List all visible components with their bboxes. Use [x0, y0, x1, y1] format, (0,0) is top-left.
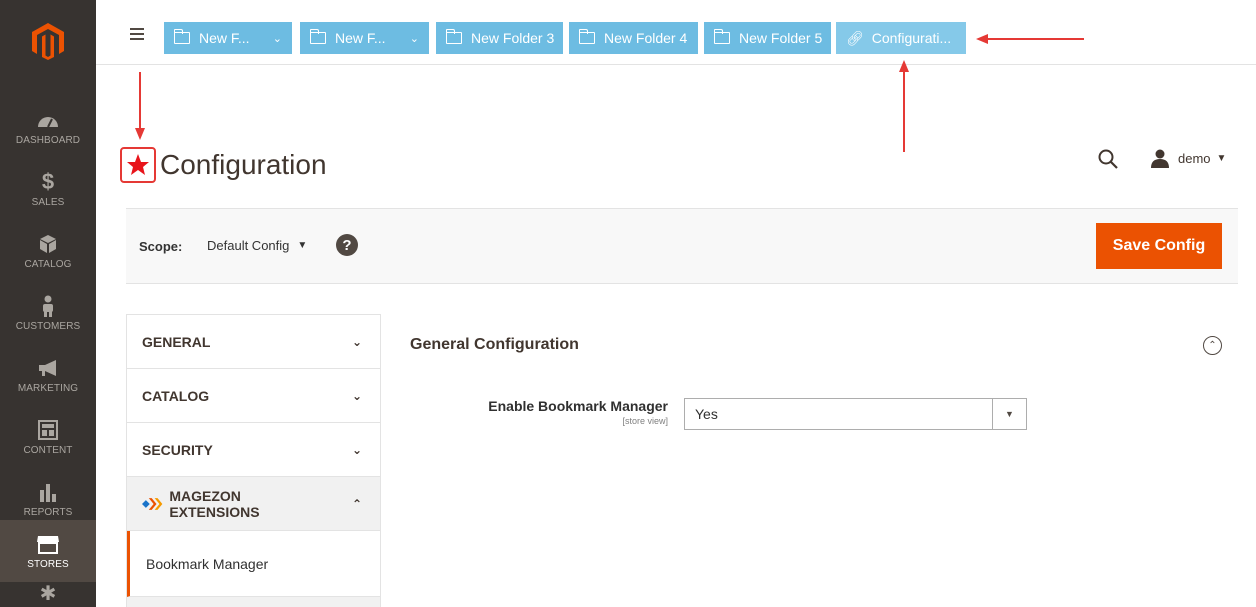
chevron-down-icon: ⌄ — [351, 388, 362, 403]
config-tab-next[interactable] — [127, 597, 380, 607]
scope-value: Default Config — [207, 238, 290, 253]
config-tabs: GENERAL ⌄ CATALOG ⌄ SECURITY ⌄ MAGEZON E… — [126, 314, 381, 607]
scope-switcher[interactable]: Default Config ▼ — [207, 238, 307, 253]
scope-label: Scope: — [139, 239, 183, 254]
section-title[interactable]: General Configuration — [410, 336, 579, 354]
folder-icon — [310, 29, 326, 44]
sidebar-item-marketing[interactable]: MARKETING — [0, 344, 96, 406]
sidebar-item-label: STORES — [27, 559, 69, 570]
chevron-down-icon: ⌄ — [351, 334, 362, 349]
sidebar-item-stores[interactable]: STORES — [0, 520, 96, 582]
tab-label: New Folder 4 — [604, 30, 688, 46]
config-tab-magezon-extensions[interactable]: MAGEZON EXTENSIONS ⌃ — [127, 477, 380, 531]
user-icon — [1151, 149, 1169, 168]
tab-label: New F... — [199, 30, 250, 46]
folder-icon — [579, 29, 595, 44]
sidebar-item-system[interactable]: ✱ — [0, 584, 96, 607]
folder-icon — [174, 29, 190, 44]
sidebar-item-label: CATALOG — [24, 259, 72, 270]
field-scope: [store view] — [622, 416, 668, 426]
field-label: Enable Bookmark Manager — [488, 398, 668, 414]
menu-icon[interactable] — [130, 28, 144, 40]
user-menu[interactable]: demo ▼ — [1150, 148, 1226, 168]
config-tab-label: SECURITY — [142, 441, 213, 458]
config-tab-general[interactable]: GENERAL ⌄ — [127, 315, 380, 369]
gear-icon: ✱ — [39, 583, 57, 605]
tab-label: New Folder 5 — [739, 30, 823, 46]
sidebar-item-catalog[interactable]: CATALOG — [0, 220, 96, 282]
chevron-up-icon: ⌃ — [351, 496, 362, 511]
sidebar-item-label: REPORTS — [23, 507, 73, 518]
select-value: Yes — [695, 406, 718, 422]
config-tab-label: GENERAL — [142, 333, 211, 350]
person-icon — [41, 294, 55, 318]
search-icon[interactable] — [1097, 148, 1119, 175]
chevron-down-icon: ⌄ — [351, 442, 362, 457]
page-header: Configuration — [120, 144, 327, 186]
save-config-button[interactable]: Save Config — [1096, 223, 1222, 269]
user-name: demo — [1178, 150, 1211, 166]
magezon-logo-icon — [142, 497, 163, 510]
tab-label: Configurati... — [871, 30, 952, 46]
sidebar-item-sales[interactable]: $ SALES — [0, 158, 96, 220]
star-icon — [127, 154, 149, 175]
caret-down-icon: ▼ — [297, 240, 308, 251]
sidebar-item-customers[interactable]: CUSTOMERS — [0, 282, 96, 344]
sidebar-item-label: CONTENT — [23, 445, 73, 456]
sidebar-item-dashboard[interactable]: DASHBOARD — [0, 96, 96, 158]
sidebar-item-label: SALES — [31, 197, 65, 208]
magento-logo-icon[interactable] — [0, 0, 96, 82]
config-subtab-bookmark-manager[interactable]: Bookmark Manager — [127, 531, 380, 597]
dollar-icon: $ — [41, 169, 55, 194]
sidebar-item-label: DASHBOARD — [15, 135, 81, 146]
chevron-down-icon[interactable]: ⌄ — [273, 32, 282, 45]
bookmark-folder-tab[interactable]: New Folder 5 — [704, 22, 831, 54]
sidebar-item-label: MARKETING — [17, 383, 79, 394]
sidebar-item-label: CUSTOMERS — [15, 321, 81, 332]
help-icon[interactable]: ? — [336, 234, 358, 256]
layout-icon — [38, 418, 58, 442]
folder-icon — [714, 29, 730, 44]
bar-chart-icon — [38, 480, 58, 504]
tab-label: New F... — [335, 30, 386, 46]
bookmark-folder-tab[interactable]: New Folder 4 — [569, 22, 698, 54]
chevron-down-icon[interactable]: ⌄ — [410, 32, 419, 45]
caret-down-icon: ▼ — [992, 399, 1026, 429]
bookmark-folder-tab[interactable]: New F... ⌄ — [300, 22, 429, 54]
bookmark-star-button[interactable] — [120, 147, 156, 183]
bookmark-link-tab[interactable]: 🔗︎ Configurati... — [836, 22, 966, 54]
page-title: Configuration — [160, 149, 327, 180]
bookmark-folder-tab[interactable]: New F... ⌄ — [164, 22, 292, 54]
enable-bookmark-manager-select[interactable]: Yes ▼ — [684, 398, 1027, 430]
config-tab-label: MAGEZON EXTENSIONS — [169, 487, 260, 520]
config-tab-label: CATALOG — [142, 387, 210, 404]
admin-sidebar: DASHBOARD $ SALES CATALOG CUSTOMERS MARK… — [0, 0, 96, 607]
bookmark-folder-tab[interactable]: New Folder 3 — [436, 22, 563, 54]
collapse-icon[interactable]: ⌃ — [1203, 336, 1222, 355]
scope-bar: Scope: Default Config ▼ ? Save Config — [126, 208, 1238, 284]
link-icon: 🔗︎ — [846, 29, 864, 46]
store-icon — [36, 532, 60, 556]
caret-down-icon: ▼ — [1216, 152, 1227, 164]
folder-icon — [446, 29, 462, 44]
config-tab-security[interactable]: SECURITY ⌄ — [127, 423, 380, 477]
config-tab-catalog[interactable]: CATALOG ⌄ — [127, 369, 380, 423]
bookmark-bar: New F... ⌄ New F... ⌄ New Folder 3 New F… — [96, 0, 1256, 65]
config-subtab-label: Bookmark Manager — [146, 555, 269, 572]
tab-label: New Folder 3 — [471, 30, 555, 46]
dashboard-icon — [37, 108, 59, 132]
cube-icon — [39, 232, 57, 256]
megaphone-icon — [37, 356, 59, 380]
sidebar-item-content[interactable]: CONTENT — [0, 406, 96, 468]
